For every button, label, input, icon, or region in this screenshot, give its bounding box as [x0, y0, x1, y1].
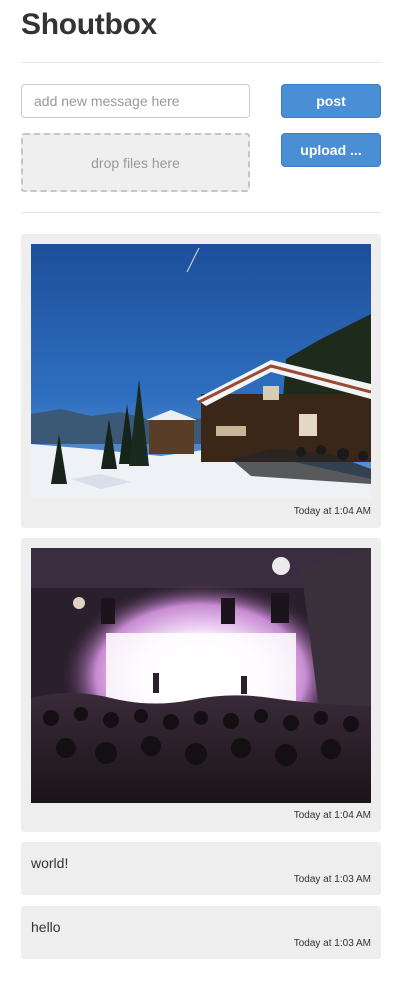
message-timestamp: Today at 1:03 AM	[293, 938, 371, 949]
message-card: world! Today at 1:03 AM	[21, 842, 381, 895]
message-timestamp: Today at 1:04 AM	[293, 810, 371, 821]
message-text: world!	[31, 855, 69, 871]
message-photo-chalet[interactable]	[31, 244, 371, 499]
message-timestamp: Today at 1:03 AM	[293, 874, 371, 885]
page-title: Shoutbox	[21, 8, 157, 41]
chalet-photo	[31, 244, 371, 499]
post-button[interactable]: post	[281, 84, 381, 118]
message-text: hello	[31, 919, 61, 935]
upload-button[interactable]: upload ...	[281, 133, 381, 167]
top-divider	[21, 62, 381, 63]
concert-photo	[31, 548, 371, 803]
message-photo-concert[interactable]	[31, 548, 371, 803]
message-card: hello Today at 1:03 AM	[21, 906, 381, 959]
file-dropzone[interactable]: drop files here	[21, 133, 250, 192]
message-card: Today at 1:04 AM	[21, 234, 381, 528]
message-input[interactable]	[21, 84, 250, 118]
composer-divider	[21, 212, 381, 213]
message-card: Today at 1:04 AM	[21, 538, 381, 832]
dropzone-label: drop files here	[91, 154, 180, 171]
message-timestamp: Today at 1:04 AM	[293, 506, 371, 517]
